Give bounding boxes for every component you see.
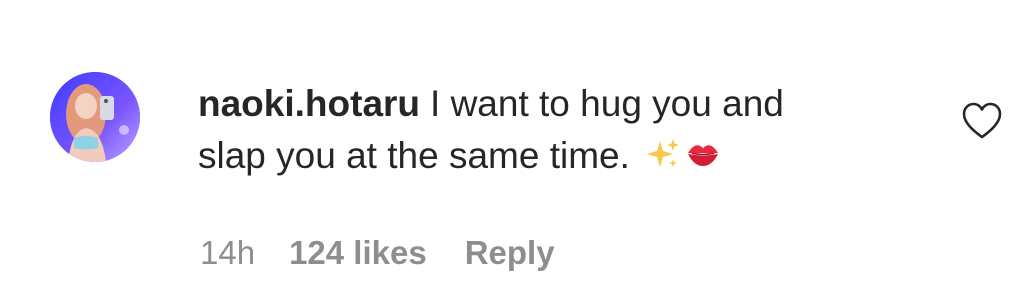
reply-button[interactable]: Reply <box>465 234 555 271</box>
comment-timestamp: 14h <box>200 234 256 271</box>
avatar-photo <box>50 72 140 162</box>
heart-outline-icon <box>962 102 1002 139</box>
sparkles-emoji-icon <box>647 139 680 168</box>
like-button[interactable] <box>960 100 1004 142</box>
comment-meta: 14h 124 likes Reply <box>200 228 555 278</box>
comment-likes-count[interactable]: 124 likes <box>289 234 427 271</box>
avatar[interactable] <box>50 72 140 162</box>
kiss-mark-emoji-icon <box>688 145 719 167</box>
comment: naoki.hotaru I want to hug you and slap y… <box>0 0 1024 302</box>
comment-body: naoki.hotaru I want to hug you and slap y… <box>198 78 898 182</box>
comment-username[interactable]: naoki.hotaru <box>198 83 420 124</box>
comment-text-line-2: slap you at the same time. <box>198 135 630 176</box>
comment-text-line-1: I want to hug you and <box>430 83 784 124</box>
